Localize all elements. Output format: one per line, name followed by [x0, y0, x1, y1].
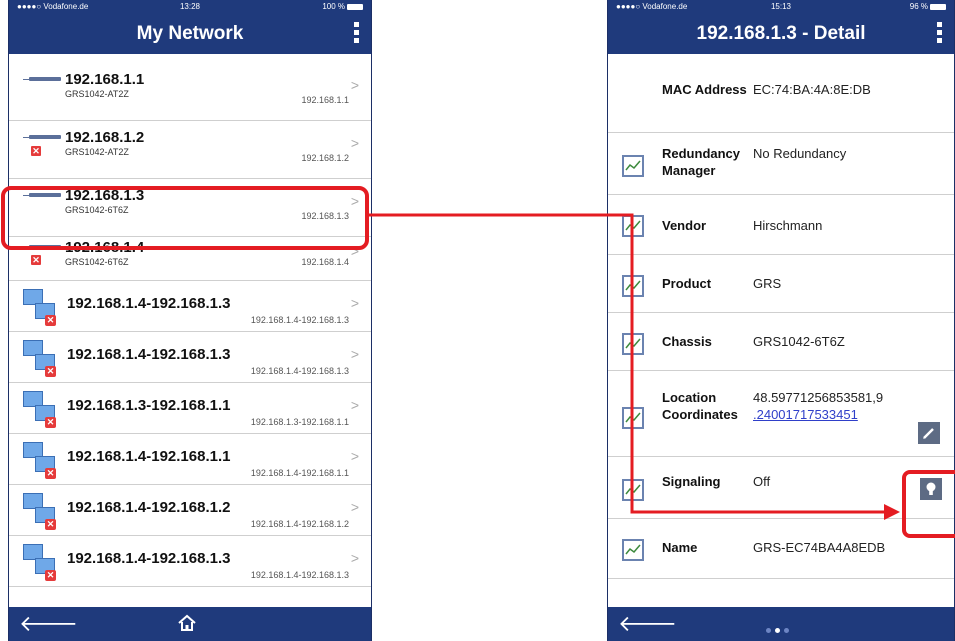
connector-arrow: [368, 213, 900, 520]
